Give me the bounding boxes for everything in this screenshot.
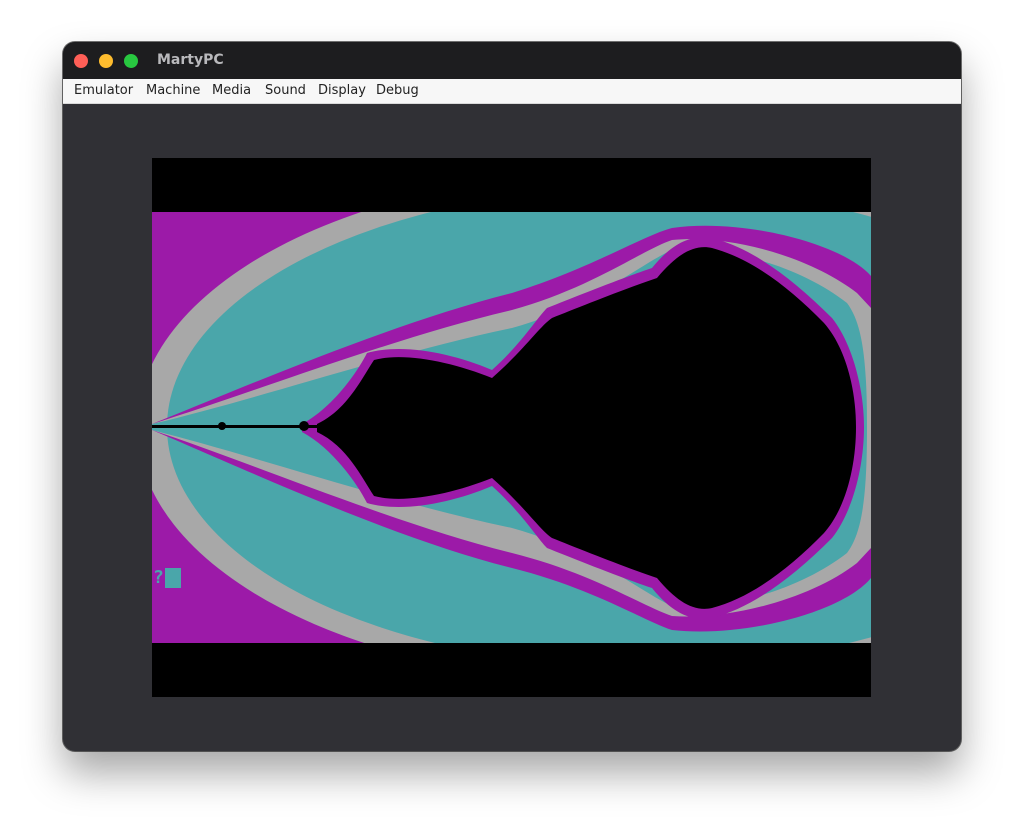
mandelbrot-image [152,212,871,643]
menu-emulator[interactable]: Emulator [74,82,133,99]
menu-bar: Emulator Machine Media Sound Display Deb… [63,79,961,104]
window-title: MartyPC [157,52,224,68]
text-cursor [164,568,181,588]
prompt-char: ? [153,567,164,588]
menu-machine[interactable]: Machine [146,82,200,99]
menu-debug[interactable]: Debug [376,82,419,99]
minimize-window-button[interactable] [99,54,113,68]
mandelbrot-bulb [299,421,309,431]
mandelbrot-antenna [152,425,317,428]
app-window: MartyPC Emulator Machine Media Sound Dis… [63,42,961,751]
menu-display[interactable]: Display [318,82,366,99]
emulator-display[interactable]: ? [152,158,871,697]
dos-prompt: ? [153,568,181,588]
zoom-window-button[interactable] [124,54,138,68]
menu-sound[interactable]: Sound [265,82,306,99]
mandelbrot-bulb [218,422,226,430]
close-window-button[interactable] [74,54,88,68]
fractal-graphics [152,158,871,697]
title-bar[interactable]: MartyPC [63,42,961,79]
menu-media[interactable]: Media [212,82,251,99]
